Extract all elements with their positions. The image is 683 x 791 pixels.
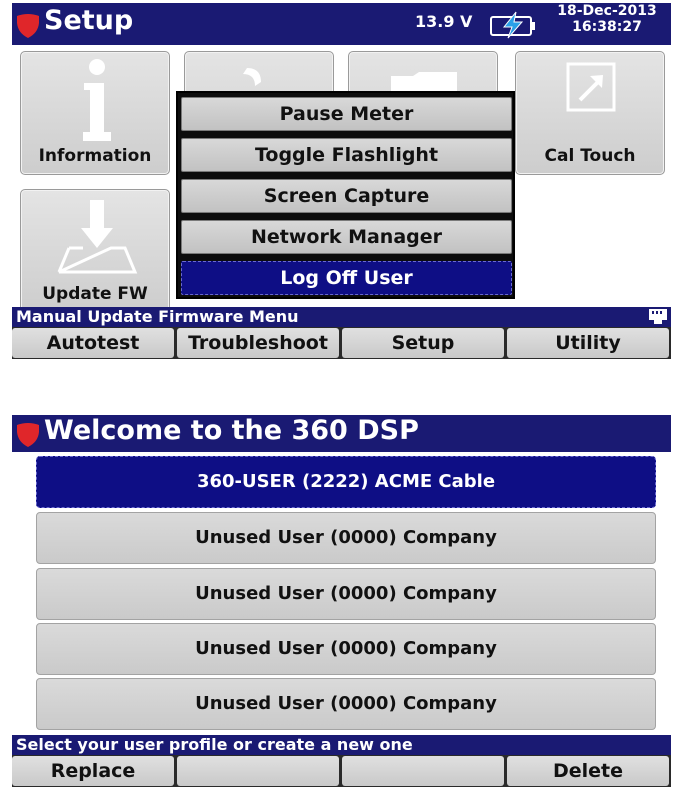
user-profile-3[interactable]: Unused User (0000) Company [36, 568, 656, 620]
setup-title-bar: Setup 13.9 V 18-Dec-2013 16:38:27 [12, 3, 671, 45]
softkey-replace[interactable]: Replace [12, 756, 174, 786]
shield-icon [17, 423, 39, 447]
menu-item-toggle-flashlight[interactable]: Toggle Flashlight [181, 138, 512, 172]
user-profile-2[interactable]: Unused User (0000) Company [36, 512, 656, 564]
softkey-bar: Replace Delete [12, 755, 671, 787]
status-bar: Select your user profile or create a new… [12, 735, 671, 755]
softkey-setup[interactable]: Setup [342, 328, 504, 358]
page-title: Setup [44, 5, 134, 36]
softkey-delete[interactable]: Delete [507, 756, 669, 786]
update-fw-tile[interactable]: Update FW [20, 189, 170, 313]
page-title: Welcome to the 360 DSP [44, 415, 419, 446]
voltage-readout: 13.9 V [415, 12, 473, 31]
time-text: 16:38:27 [572, 19, 642, 35]
softkey-empty-2[interactable] [177, 756, 339, 786]
options-popup-menu: Pause Meter Toggle Flashlight Screen Cap… [176, 91, 515, 299]
date-text: 18-Dec-2013 [557, 3, 657, 19]
cal-touch-tile[interactable]: Cal Touch [515, 51, 665, 175]
cal-touch-label: Cal Touch [544, 146, 636, 166]
softkey-autotest[interactable]: Autotest [12, 328, 174, 358]
setup-screen: Setup 13.9 V 18-Dec-2013 16:38:27 Inform… [12, 3, 671, 360]
softkey-empty-3[interactable] [342, 756, 504, 786]
softkey-utility[interactable]: Utility [507, 328, 669, 358]
menu-item-pause-meter[interactable]: Pause Meter [181, 97, 512, 131]
menu-item-screen-capture[interactable]: Screen Capture [181, 179, 512, 213]
info-icon [83, 59, 111, 141]
status-text: Manual Update Firmware Menu [16, 307, 299, 326]
menu-item-log-off-user[interactable]: Log Off User [181, 261, 512, 295]
information-tile[interactable]: Information [20, 51, 170, 175]
battery-charging-icon [490, 11, 535, 39]
welcome-screen: Welcome to the 360 DSP 360-USER (2222) A… [12, 415, 671, 788]
softkey-troubleshoot[interactable]: Troubleshoot [177, 328, 339, 358]
menu-item-network-manager[interactable]: Network Manager [181, 220, 512, 254]
status-bar: Manual Update Firmware Menu [12, 307, 671, 327]
update-fw-label: Update FW [42, 284, 148, 304]
calibrate-arrow-icon [566, 62, 616, 112]
welcome-title-bar: Welcome to the 360 DSP [12, 415, 671, 452]
network-port-icon [649, 309, 667, 324]
date-time: 18-Dec-2013 16:38:27 [546, 3, 668, 35]
shield-icon [17, 14, 39, 38]
download-tray-icon [57, 200, 138, 274]
user-profile-4[interactable]: Unused User (0000) Company [36, 623, 656, 675]
user-profile-1[interactable]: 360-USER (2222) ACME Cable [36, 456, 656, 508]
softkey-bar: Autotest Troubleshoot Setup Utility [12, 327, 671, 359]
user-profile-5[interactable]: Unused User (0000) Company [36, 678, 656, 730]
status-text: Select your user profile or create a new… [16, 735, 413, 754]
information-label: Information [38, 146, 152, 166]
